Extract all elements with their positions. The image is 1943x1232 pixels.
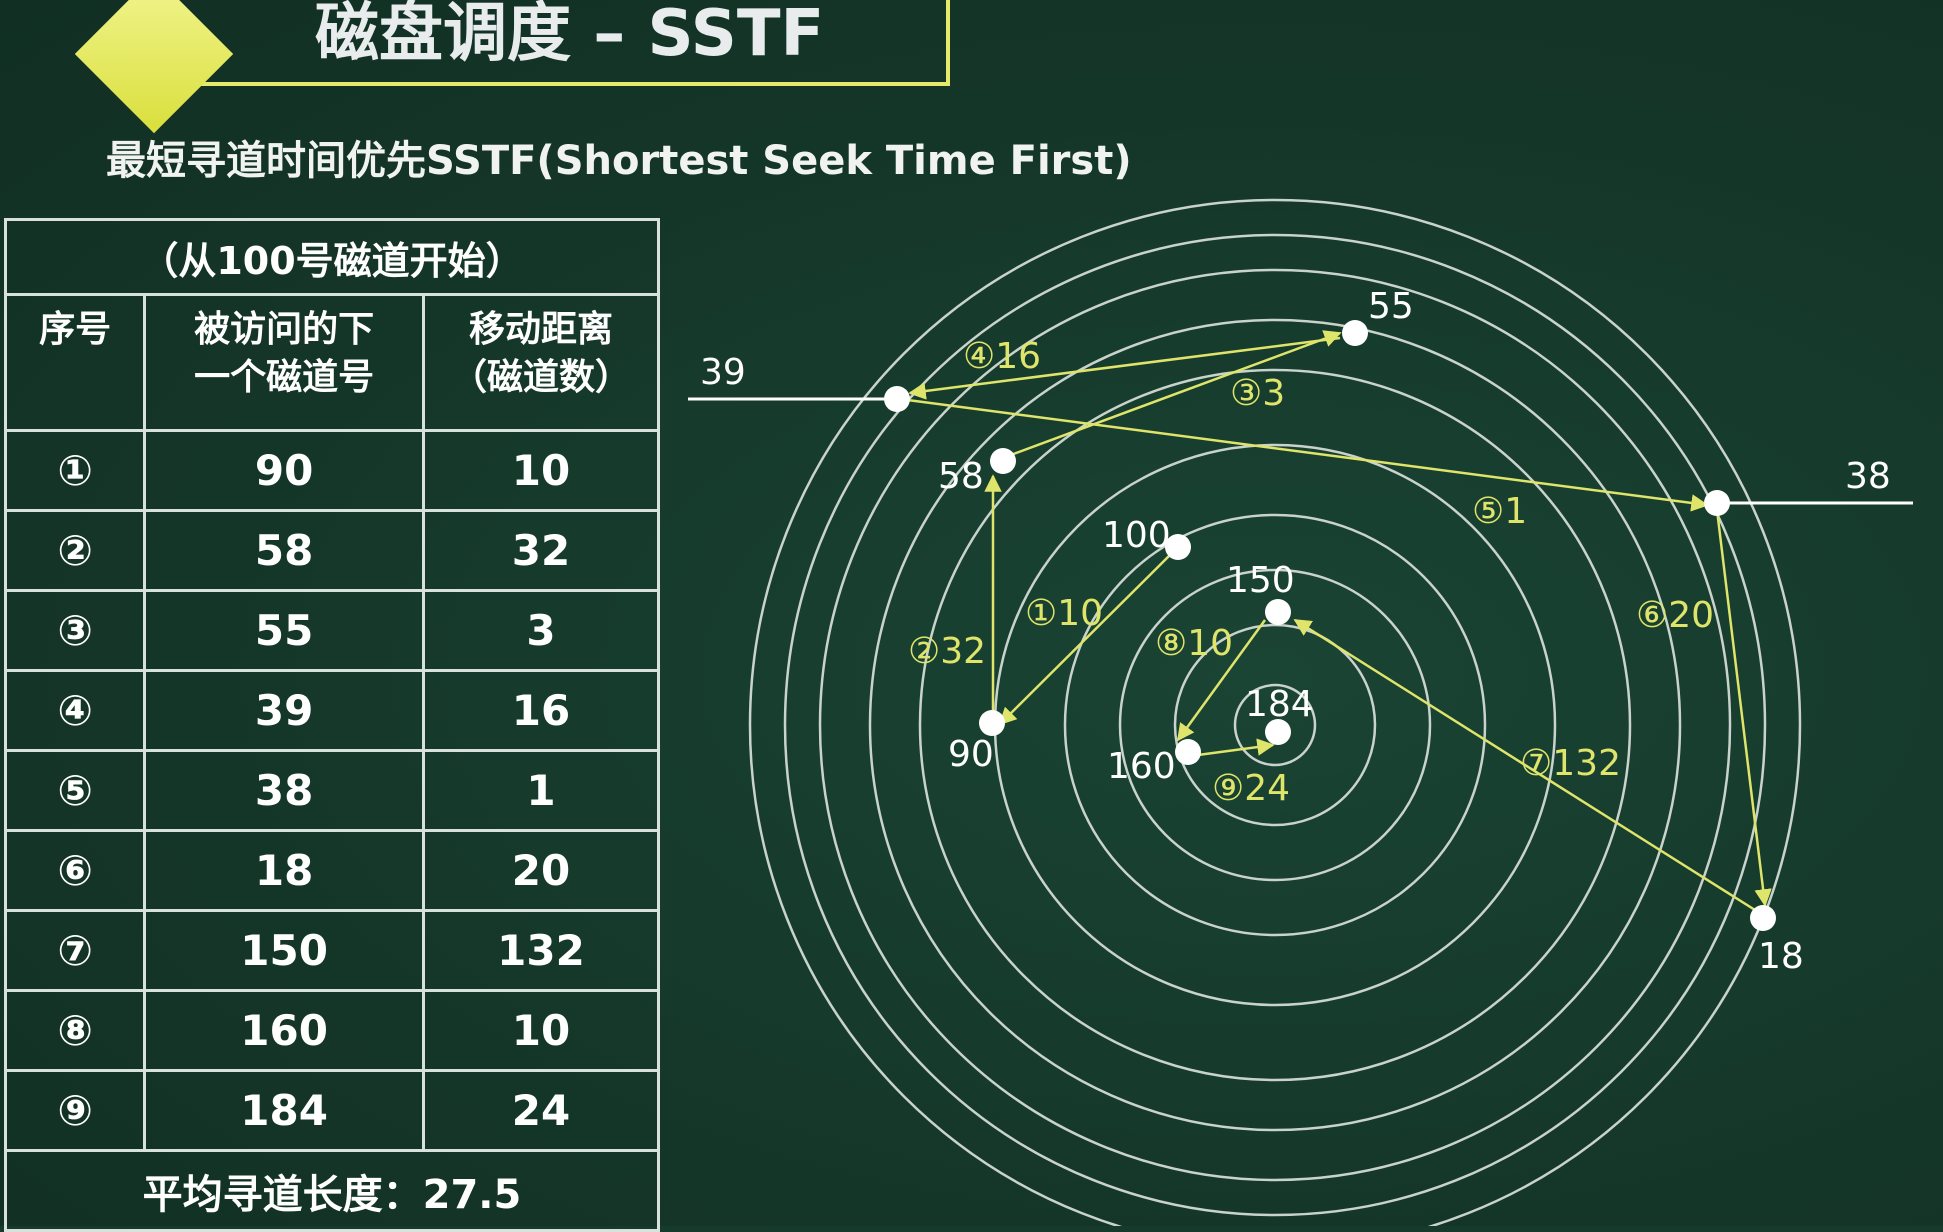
seek-arrow-3: [1007, 330, 1342, 458]
step-label-6: ⑥20: [1636, 595, 1714, 636]
step-label-1: ①10: [1025, 593, 1103, 634]
step-label-9: ⑨24: [1212, 768, 1290, 809]
track-point: [990, 448, 1016, 474]
step-label-8: ⑧10: [1155, 623, 1233, 664]
track-label-100: 100: [1102, 515, 1171, 556]
track-point: [1750, 905, 1776, 931]
track-point: [1342, 320, 1368, 346]
track-point: [1704, 490, 1730, 516]
track-label-184: 184: [1245, 684, 1314, 725]
seek-arrow-6: [1715, 509, 1772, 907]
disk-diagram: 55 39 58 38 100 150 184 160 90 18 ①10 ②3…: [688, 198, 1913, 1226]
track-label-39: 39: [700, 352, 746, 393]
step-label-7: ⑦132: [1520, 743, 1621, 784]
step-label-5: ⑤1: [1472, 491, 1527, 532]
track-label-38: 38: [1845, 456, 1891, 497]
track-label-55: 55: [1368, 286, 1414, 327]
step-labels: ①10 ②32 ③3 ④16 ⑤1 ⑥20 ⑦132 ⑧10 ⑨24: [908, 336, 1714, 809]
track-label-58: 58: [938, 456, 984, 497]
track-point: [1175, 739, 1201, 765]
seek-arrow-9: [1197, 738, 1275, 757]
track-label-160: 160: [1107, 746, 1176, 787]
step-label-4: ④16: [963, 336, 1041, 377]
step-label-2: ②32: [908, 631, 986, 672]
track-point: [884, 386, 910, 412]
track-label-90: 90: [948, 734, 994, 775]
track-label-150: 150: [1226, 560, 1295, 601]
step-label-3: ③3: [1230, 373, 1285, 414]
track-point: [979, 710, 1005, 736]
track-label-18: 18: [1758, 936, 1804, 977]
track-point: [1265, 599, 1291, 625]
